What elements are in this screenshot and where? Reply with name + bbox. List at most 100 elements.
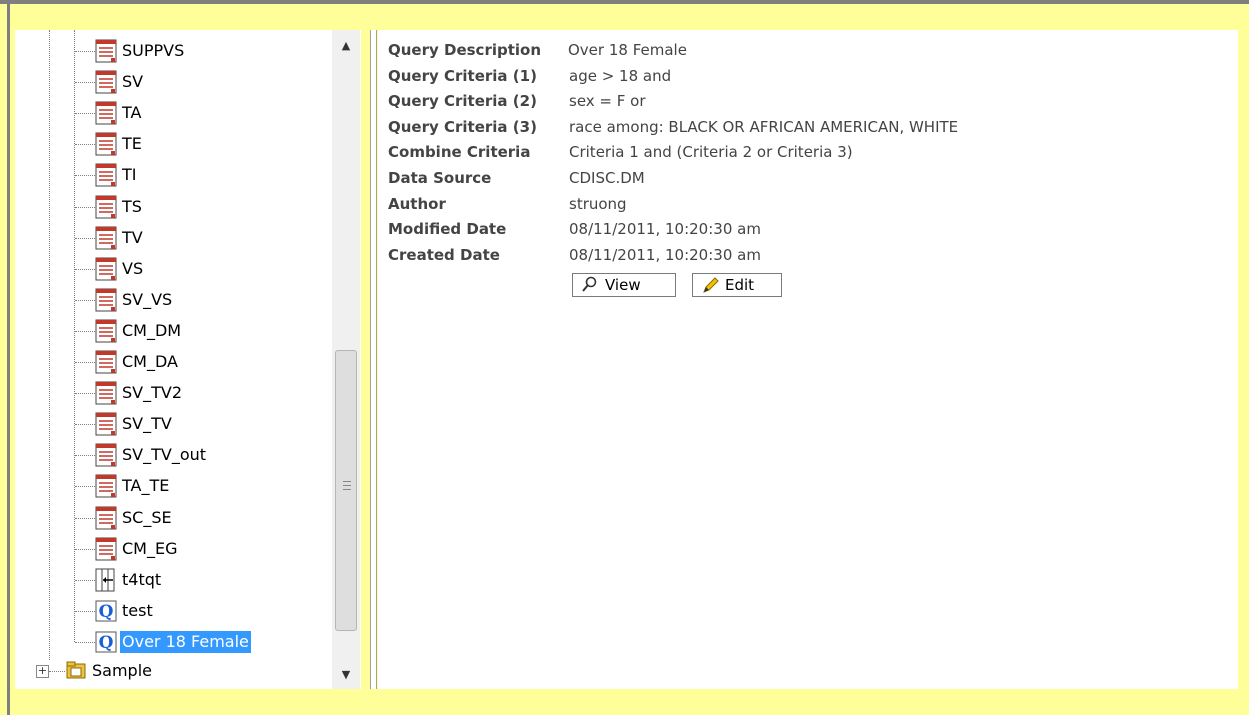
tree-item-label: TI: [122, 165, 137, 185]
tree-connector-line: [75, 144, 95, 146]
tree-item[interactable]: TV: [95, 225, 145, 251]
detail-value: Criteria 1 and (Criteria 2 or Criteria 3…: [569, 143, 853, 162]
tree-connector-line: [75, 206, 95, 208]
detail-value: race among: BLACK OR AFRICAN AMERICAN, W…: [569, 117, 959, 136]
table-icon: [95, 70, 117, 94]
view-button-label: View: [605, 276, 641, 294]
tree-connector-line: [75, 610, 95, 612]
tree-item-label: SV_TV_out: [122, 445, 207, 465]
tree-item-label: SV: [122, 72, 144, 92]
detail-row: Data Source CDISC.DM: [388, 166, 1228, 190]
table-icon: [95, 412, 117, 436]
tree-item[interactable]: SC_SE: [95, 505, 174, 531]
table-icon: [95, 537, 117, 561]
tree-item[interactable]: Q Over 18 Female: [95, 629, 251, 655]
tree-item-label: SV_VS: [122, 289, 173, 309]
folder-icon: [65, 659, 87, 683]
tree-item[interactable]: TS: [95, 194, 144, 220]
table-icon: [95, 319, 117, 343]
tree-item-label: CM_EG: [122, 538, 178, 558]
tree-connector-line: [75, 641, 95, 643]
tree-connector-line: [75, 82, 95, 84]
tree-item-label: TV: [122, 227, 143, 247]
tree-connector-line: [49, 30, 50, 660]
pencil-icon: [703, 277, 719, 293]
tree-item-label: TS: [122, 196, 142, 216]
detail-key: Modified Date: [388, 220, 507, 239]
table-icon: [95, 288, 117, 312]
detail-row: Query Criteria (2) sex = F or: [388, 89, 1228, 113]
scroll-thumb[interactable]: [335, 350, 357, 631]
tree-item[interactable]: SV: [95, 69, 145, 95]
table-icon: [95, 163, 117, 187]
tree-item-label: CM_DM: [122, 320, 182, 340]
tree-item[interactable]: SV_VS: [95, 287, 174, 313]
tree-item[interactable]: CM_DA: [95, 349, 180, 375]
tree-connector-line: [75, 237, 95, 239]
tree-item-label: SUPPVS: [122, 41, 185, 60]
table-icon: [95, 506, 117, 530]
detail-value: struong: [569, 194, 627, 213]
detail-value: age > 18 and: [569, 66, 672, 85]
panel-splitter[interactable]: [370, 30, 377, 689]
tree-item[interactable]: Qtest: [95, 598, 155, 624]
tree-item[interactable]: TA_TE: [95, 473, 171, 499]
tree-folder-sample[interactable]: Sample: [65, 658, 154, 684]
scroll-up-arrow-icon[interactable]: ▲: [332, 34, 360, 58]
tree-connector-line: [75, 424, 95, 426]
detail-key: Data Source: [388, 169, 492, 187]
tree-connector-line: [75, 486, 95, 488]
edit-button-label: Edit: [725, 276, 755, 294]
detail-key: Query Criteria (1): [388, 66, 537, 85]
tree-connector-line: [75, 299, 95, 301]
tree-item[interactable]: TA: [95, 100, 143, 126]
tree-item[interactable]: SV_TV_out: [95, 442, 208, 468]
detail-value: 08/11/2011, 10:20:30 am: [569, 220, 761, 239]
view-button[interactable]: View: [572, 273, 676, 297]
tree-item-label: VS: [122, 258, 144, 278]
tree-item[interactable]: t4tqt: [95, 567, 163, 593]
scroll-grip-line: [343, 485, 351, 486]
tree-item[interactable]: CM_DM: [95, 318, 183, 344]
tree-item[interactable]: SV_TV2: [95, 380, 184, 406]
tree-item[interactable]: TI: [95, 162, 139, 188]
detail-row: Author struong: [388, 192, 1228, 216]
detail-row: Combine Criteria Criteria 1 and (Criteria…: [388, 140, 1228, 164]
query-details-panel: View Edit Query Description Over 18 Femal…: [378, 30, 1238, 689]
tree-scrollbar[interactable]: ▲ ▼: [332, 30, 360, 689]
tree-connector-line: [75, 548, 95, 550]
table-icon: [95, 39, 117, 63]
tree-item-label: SV_TV: [122, 414, 172, 434]
table-icon: [95, 195, 117, 219]
detail-row: Created Date 08/11/2011, 10:20:30 am: [388, 243, 1228, 267]
tree-item[interactable]: TE: [95, 131, 144, 157]
svg-text:Q: Q: [99, 602, 114, 622]
tree-connector-line: [74, 30, 75, 642]
tree-item-label: SC_SE: [122, 507, 172, 527]
tree-folder-label: Sample: [92, 661, 152, 680]
tree-connector-line: [75, 393, 95, 395]
tree-item[interactable]: SV_TV: [95, 411, 174, 437]
scroll-down-arrow-icon[interactable]: ▼: [332, 663, 360, 687]
detail-key: Query Criteria (2): [388, 92, 537, 111]
tree-item[interactable]: VS: [95, 256, 145, 282]
table-icon: [95, 226, 117, 250]
tree-item-label: test: [122, 600, 153, 620]
tree-item-label: CM_DA: [122, 352, 178, 371]
left-border: [7, 4, 10, 715]
expand-icon[interactable]: +: [36, 665, 49, 678]
table-icon: [95, 474, 117, 498]
magnifier-icon: [582, 276, 597, 292]
tree-item-label: SV_TV2: [122, 383, 182, 403]
edit-button[interactable]: Edit: [692, 273, 782, 297]
svg-text:Q: Q: [99, 633, 114, 653]
table-icon: [95, 101, 117, 125]
tree-item-label: t4tqt: [122, 569, 162, 589]
table-icon: [95, 381, 117, 405]
tree-connector-line: [75, 362, 95, 363]
tree-connector-line: [75, 579, 95, 581]
tree-item[interactable]: SUPPVS: [95, 38, 186, 64]
tree-connector-line: [75, 517, 95, 519]
tree-item[interactable]: CM_EG: [95, 536, 179, 562]
tree-item-label: TE: [122, 134, 142, 154]
